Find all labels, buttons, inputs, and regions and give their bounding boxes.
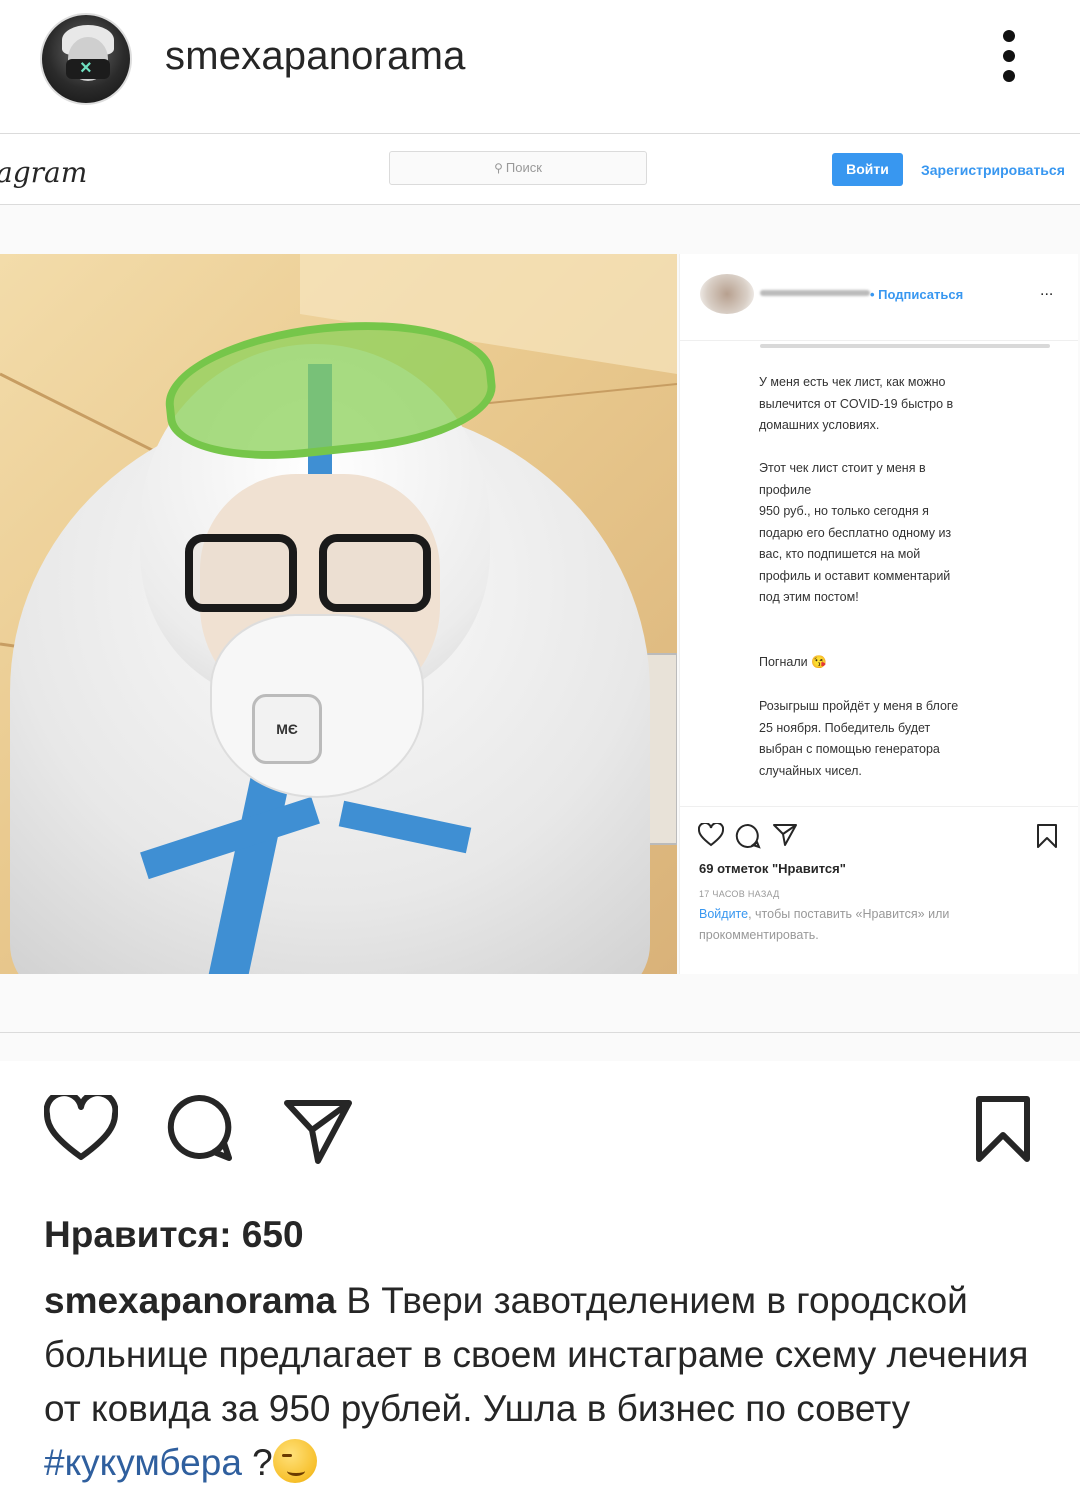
embedded-register-link: Зарегистрироваться xyxy=(921,162,1065,178)
post-action-bar xyxy=(0,1085,1080,1175)
search-icon: ⚲ xyxy=(494,161,503,175)
embedded-post-panel: • Подписаться ... У меня есть чек лист, … xyxy=(679,254,1078,974)
heart-icon[interactable] xyxy=(44,1095,118,1161)
post-caption: smexapanorama В Твери завотделением в го… xyxy=(44,1274,1034,1490)
embedded-timestamp: 17 ЧАСОВ НАЗАД xyxy=(699,889,780,899)
embedded-search-placeholder: Поиск xyxy=(505,160,542,175)
blurred-username xyxy=(760,290,870,296)
likes-count[interactable]: Нравится: 650 xyxy=(44,1214,304,1256)
embedded-screenshot: agram ⚲ Поиск Войти Зарегистрироваться MЄ xyxy=(0,133,1080,1061)
share-icon[interactable] xyxy=(283,1099,353,1165)
comment-icon[interactable] xyxy=(164,1093,234,1163)
embedded-search-field: ⚲ Поиск xyxy=(389,151,647,185)
embedded-topbar: agram ⚲ Поиск Войти Зарегистрироваться xyxy=(0,134,1080,205)
smirking-face-icon xyxy=(272,1439,317,1483)
blurred-avatar xyxy=(700,274,754,314)
embedded-logo: agram xyxy=(0,156,88,189)
embedded-follow-link: • Подписаться xyxy=(870,287,964,302)
embedded-comment-icon xyxy=(735,823,761,849)
bookmark-icon[interactable] xyxy=(975,1095,1031,1163)
embedded-caption-p4: Розыгрыш пройдёт у меня в блоге 25 ноябр… xyxy=(759,699,959,778)
embedded-likes-count: 69 отметок "Нравится" xyxy=(699,861,846,876)
post-username[interactable]: smexapanorama xyxy=(165,34,466,79)
embedded-heart-icon xyxy=(698,823,724,847)
avatar[interactable]: × xyxy=(40,13,132,105)
embedded-bookmark-icon xyxy=(1037,824,1057,848)
post-header: × smexapanorama xyxy=(0,0,1080,130)
embedded-share-icon xyxy=(773,824,797,846)
caption-tail: ? xyxy=(241,1442,273,1483)
respirator-valve: MЄ xyxy=(252,694,322,764)
caption-hashtag[interactable]: #кукумбера xyxy=(44,1442,242,1483)
embedded-login-link: Войдите xyxy=(699,907,749,921)
embedded-login-button: Войти xyxy=(832,153,903,186)
embedded-more-icon: ... xyxy=(1040,282,1054,299)
embedded-login-prompt: Войдите, чтобы поставить «Нравится» или … xyxy=(699,907,950,942)
embedded-caption-p3: Погнали 😘 xyxy=(759,655,827,669)
embedded-caption-p1: У меня есть чек лист, как можно вылечитс… xyxy=(759,375,954,432)
caption-username[interactable]: smexapanorama xyxy=(44,1280,336,1321)
more-options-icon[interactable] xyxy=(998,30,1020,90)
embedded-caption-p2: Этот чек лист стоит у меня в профиле 950… xyxy=(759,461,952,604)
post-photo: MЄ xyxy=(0,254,677,974)
